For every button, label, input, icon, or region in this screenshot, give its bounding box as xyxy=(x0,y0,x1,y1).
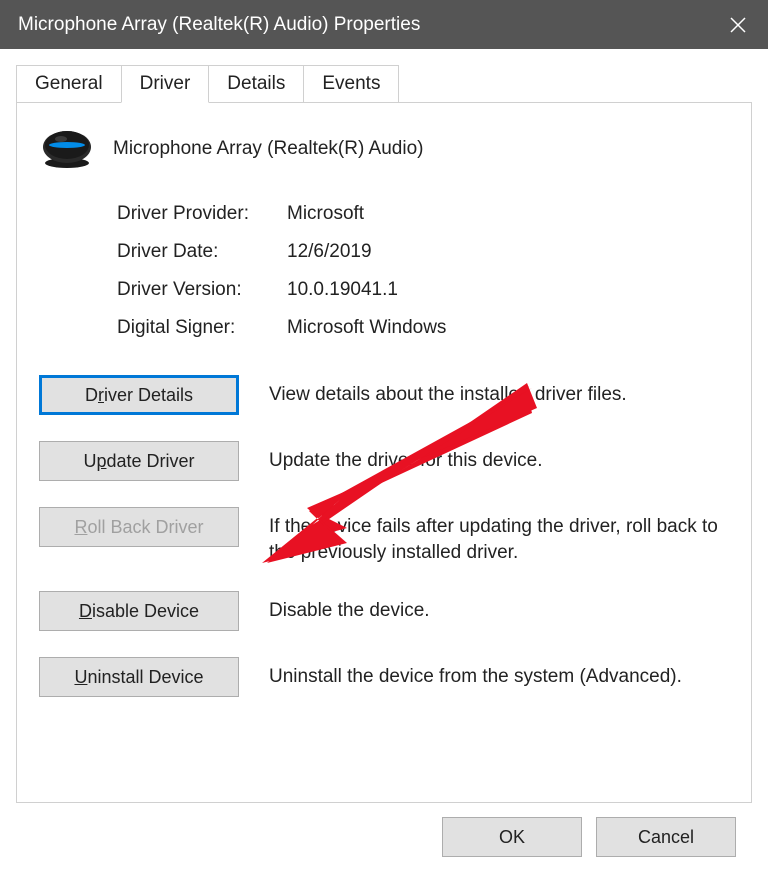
tab-strip: General Driver Details Events xyxy=(16,65,752,103)
date-value: 12/6/2019 xyxy=(287,241,729,263)
update-driver-desc: Update the driver for this device. xyxy=(269,441,543,474)
date-label: Driver Date: xyxy=(117,241,287,263)
rollback-driver-button: Roll Back Driver xyxy=(39,507,239,547)
tab-driver[interactable]: Driver xyxy=(121,65,210,103)
uninstall-device-desc: Uninstall the device from the system (Ad… xyxy=(269,657,682,690)
provider-value: Microsoft xyxy=(287,203,729,225)
close-button[interactable] xyxy=(708,0,768,49)
version-label: Driver Version: xyxy=(117,279,287,301)
signer-label: Digital Signer: xyxy=(117,317,287,339)
cancel-button[interactable]: Cancel xyxy=(596,817,736,857)
close-icon xyxy=(729,16,747,34)
dialog-footer: OK Cancel xyxy=(16,803,752,857)
driver-details-button[interactable]: Driver Details xyxy=(39,375,239,415)
signer-value: Microsoft Windows xyxy=(287,317,729,339)
rollback-driver-desc: If the device fails after updating the d… xyxy=(269,507,729,565)
tab-panel-driver: Microphone Array (Realtek(R) Audio) Driv… xyxy=(16,103,752,803)
titlebar: Microphone Array (Realtek(R) Audio) Prop… xyxy=(0,0,768,49)
driver-details-desc: View details about the installed driver … xyxy=(269,375,627,408)
disable-device-button[interactable]: Disable Device xyxy=(39,591,239,631)
device-name: Microphone Array (Realtek(R) Audio) xyxy=(113,138,423,160)
update-driver-button[interactable]: Update Driver xyxy=(39,441,239,481)
disable-device-desc: Disable the device. xyxy=(269,591,430,624)
device-icon xyxy=(39,127,95,171)
uninstall-device-button[interactable]: Uninstall Device xyxy=(39,657,239,697)
driver-info-grid: Driver Provider: Microsoft Driver Date: … xyxy=(117,203,729,339)
ok-button[interactable]: OK xyxy=(442,817,582,857)
tab-events[interactable]: Events xyxy=(303,65,399,102)
version-value: 10.0.19041.1 xyxy=(287,279,729,301)
tab-general[interactable]: General xyxy=(16,65,122,102)
window-title: Microphone Array (Realtek(R) Audio) Prop… xyxy=(18,14,420,36)
provider-label: Driver Provider: xyxy=(117,203,287,225)
tab-details[interactable]: Details xyxy=(208,65,304,102)
